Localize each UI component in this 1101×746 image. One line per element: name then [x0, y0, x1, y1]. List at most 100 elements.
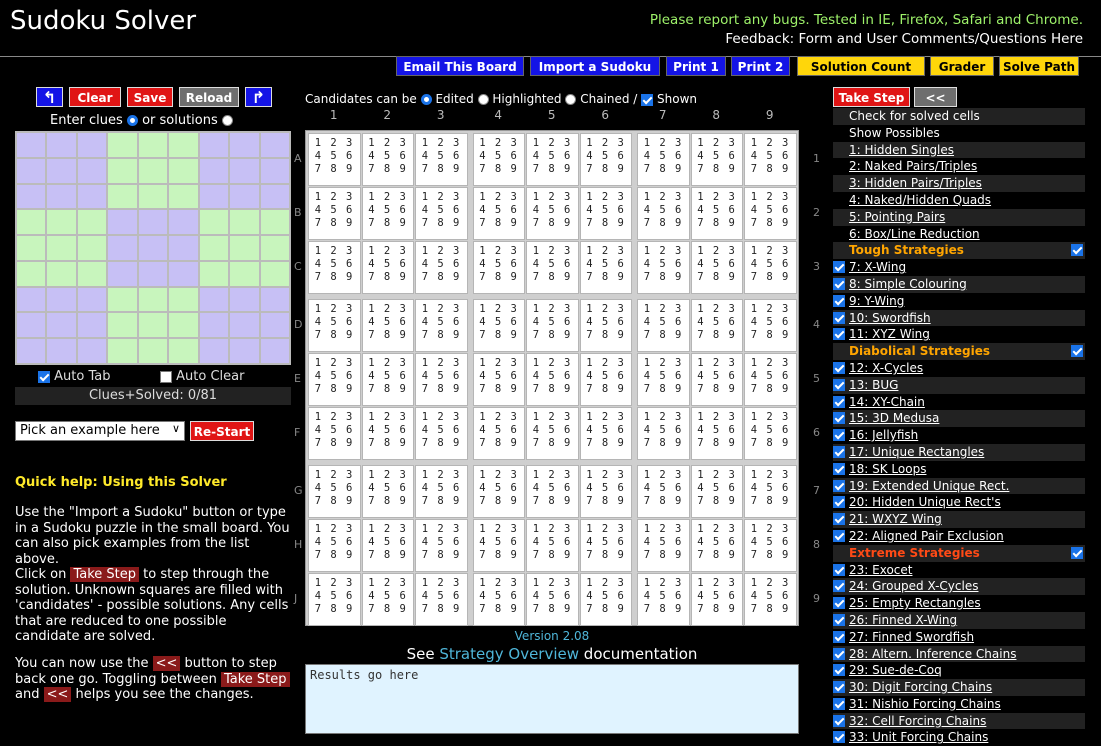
board-cell[interactable]: 1 2 34 5 67 8 9: [744, 133, 797, 186]
strategy-item[interactable]: 9: Y-Wing: [833, 292, 1085, 310]
strategy-label[interactable]: 28: Altern. Inference Chains: [849, 647, 1016, 661]
strategy-checkbox[interactable]: [833, 311, 845, 324]
small-board-cell[interactable]: [77, 287, 107, 312]
small-board-cell[interactable]: [260, 261, 289, 286]
small-board-cell[interactable]: [108, 313, 137, 338]
strategy-label[interactable]: 29: Sue-de-Coq: [849, 663, 942, 677]
shown-checkbox[interactable]: [641, 93, 654, 106]
board-cell[interactable]: 1 2 34 5 67 8 9: [361, 407, 414, 460]
import-sudoku-button[interactable]: Import a Sudoku: [530, 56, 660, 76]
take-step-button[interactable]: Take Step: [833, 87, 910, 107]
strategy-checkbox[interactable]: [833, 412, 845, 425]
board-cell[interactable]: 1 2 34 5 67 8 9: [526, 573, 579, 626]
small-board-cell[interactable]: [260, 287, 289, 312]
strategy-label[interactable]: 22: Aligned Pair Exclusion: [849, 529, 1004, 543]
board-cell[interactable]: 1 2 34 5 67 8 9: [526, 133, 579, 186]
board-cell[interactable]: 1 2 34 5 67 8 9: [415, 299, 468, 352]
strategy-item[interactable]: 5: Pointing Pairs: [833, 208, 1085, 226]
small-board-cell[interactable]: [260, 339, 289, 363]
board-cell[interactable]: 1 2 34 5 67 8 9: [637, 241, 690, 294]
board-cell[interactable]: 1 2 34 5 67 8 9: [472, 573, 525, 626]
small-board-cell[interactable]: [17, 210, 46, 235]
undo-arrow-icon[interactable]: ↰: [36, 87, 63, 107]
board-cell[interactable]: 1 2 34 5 67 8 9: [690, 519, 743, 572]
small-board-cell[interactable]: [169, 184, 198, 209]
strategy-checkbox[interactable]: [833, 261, 845, 274]
small-board-cell[interactable]: [77, 313, 107, 338]
small-board-cell[interactable]: [169, 236, 198, 260]
small-board-cell[interactable]: [138, 287, 168, 312]
small-board-cell[interactable]: [260, 184, 289, 209]
strategy-item[interactable]: 2: Naked Pairs/Triples: [833, 158, 1085, 176]
small-board-cell[interactable]: [260, 133, 289, 157]
small-board-cell[interactable]: [108, 210, 137, 235]
strategy-item[interactable]: 11: XYZ Wing: [833, 326, 1085, 344]
small-board-cell[interactable]: [77, 133, 107, 157]
print1-button[interactable]: Print 1: [666, 56, 726, 76]
board-cell[interactable]: 1 2 34 5 67 8 9: [526, 353, 579, 406]
strategy-checkbox[interactable]: [833, 378, 845, 391]
edited-radio[interactable]: [420, 94, 432, 105]
board-cell[interactable]: 1 2 34 5 67 8 9: [690, 465, 743, 518]
board-cell[interactable]: 1 2 34 5 67 8 9: [690, 241, 743, 294]
tough-heading[interactable]: Tough Strategies: [833, 242, 1085, 260]
results-area[interactable]: Results go here: [305, 664, 799, 734]
board-cell[interactable]: 1 2 34 5 67 8 9: [361, 353, 414, 406]
feedback-link[interactable]: Form and User Comments/Questions Here: [799, 31, 1084, 47]
redo-arrow-icon[interactable]: ↱: [245, 87, 272, 107]
strategy-item[interactable]: 23: Exocet: [833, 561, 1085, 579]
board-cell[interactable]: 1 2 34 5 67 8 9: [637, 465, 690, 518]
strategy-label[interactable]: 15: 3D Medusa: [849, 411, 939, 425]
small-board-cell[interactable]: [108, 236, 137, 260]
small-board-cell[interactable]: [108, 158, 137, 183]
small-board-cell[interactable]: [260, 236, 289, 260]
strategy-label[interactable]: 24: Grouped X-Cycles: [849, 579, 978, 593]
strategy-checkbox[interactable]: [833, 731, 845, 744]
solution-count-button[interactable]: Solution Count: [797, 56, 925, 76]
strategy-label[interactable]: 16: Jellyfish: [849, 428, 918, 442]
small-board-cell[interactable]: [138, 184, 168, 209]
strategy-checkbox[interactable]: [833, 277, 845, 290]
strategy-overview-link[interactable]: Strategy Overview: [439, 645, 579, 663]
small-board-cell[interactable]: [230, 133, 259, 157]
strategy-label[interactable]: 6: Box/Line Reduction: [849, 227, 980, 241]
board-cell[interactable]: 1 2 34 5 67 8 9: [472, 241, 525, 294]
board-cell[interactable]: 1 2 34 5 67 8 9: [415, 465, 468, 518]
small-board-cell[interactable]: [47, 236, 76, 260]
strategy-item[interactable]: 13: BUG: [833, 376, 1085, 394]
strategy-label[interactable]: 7: X-Wing: [849, 260, 906, 274]
strategy-label[interactable]: 14: XY-Chain: [849, 395, 925, 409]
board-cell[interactable]: 1 2 34 5 67 8 9: [361, 241, 414, 294]
board-cell[interactable]: 1 2 34 5 67 8 9: [526, 465, 579, 518]
strategy-label[interactable]: 33: Unit Forcing Chains: [849, 730, 988, 744]
solve-path-button[interactable]: Solve Path: [999, 56, 1079, 76]
small-board-cell[interactable]: [47, 133, 76, 157]
strategy-item[interactable]: 27: Finned Swordfish: [833, 628, 1085, 646]
strategy-item[interactable]: 30: Digit Forcing Chains: [833, 679, 1085, 696]
board-cell[interactable]: 1 2 34 5 67 8 9: [361, 299, 414, 352]
small-board-cell[interactable]: [108, 133, 137, 157]
board-cell[interactable]: 1 2 34 5 67 8 9: [690, 133, 743, 186]
board-cell[interactable]: 1 2 34 5 67 8 9: [690, 353, 743, 406]
small-board-cell[interactable]: [108, 184, 137, 209]
small-board-cell[interactable]: [169, 261, 198, 286]
board-cell[interactable]: 1 2 34 5 67 8 9: [579, 187, 632, 240]
board-cell[interactable]: 1 2 34 5 67 8 9: [308, 407, 361, 460]
strategy-label[interactable]: 5: Pointing Pairs: [849, 210, 945, 224]
board-cell[interactable]: 1 2 34 5 67 8 9: [415, 519, 468, 572]
board-cell[interactable]: 1 2 34 5 67 8 9: [526, 299, 579, 352]
board-cell[interactable]: 1 2 34 5 67 8 9: [361, 187, 414, 240]
board-cell[interactable]: 1 2 34 5 67 8 9: [690, 187, 743, 240]
board-cell[interactable]: 1 2 34 5 67 8 9: [472, 407, 525, 460]
strategy-checkbox[interactable]: [833, 580, 845, 593]
strategy-checkbox[interactable]: [833, 714, 845, 727]
strategy-checkbox[interactable]: [833, 479, 845, 492]
strategy-item[interactable]: 20: Hidden Unique Rect's: [833, 494, 1085, 512]
step-back-button[interactable]: <<: [914, 87, 957, 107]
small-board-cell[interactable]: [260, 158, 289, 183]
auto-clear-option[interactable]: Auto Clear: [160, 369, 244, 384]
board-cell[interactable]: 1 2 34 5 67 8 9: [579, 407, 632, 460]
strategy-item[interactable]: 10: Swordfish: [833, 309, 1085, 327]
strategy-checkbox[interactable]: [833, 445, 845, 458]
small-board-cell[interactable]: [199, 313, 229, 338]
